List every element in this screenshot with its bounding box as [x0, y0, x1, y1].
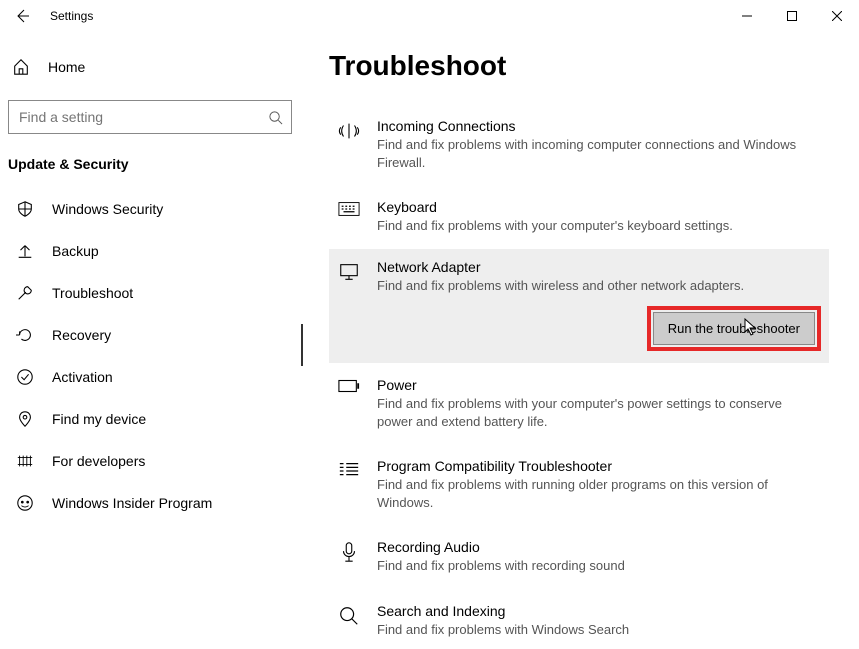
incoming-connections-icon: [337, 118, 361, 171]
sidebar-item-label: Backup: [52, 243, 99, 259]
cursor-icon: [744, 318, 758, 336]
shield-icon: [16, 200, 34, 218]
troubleshoot-item-title: Program Compatibility Troubleshooter: [377, 458, 815, 474]
page-title: Troubleshoot: [329, 50, 829, 82]
troubleshoot-item-desc: Find and fix problems with Windows Searc…: [377, 621, 629, 639]
troubleshoot-item-title: Keyboard: [377, 199, 733, 215]
insider-icon: [16, 494, 34, 512]
sidebar-home-label: Home: [48, 59, 85, 75]
sidebar-item-label: Troubleshoot: [52, 285, 133, 301]
sidebar-item-windows-security[interactable]: Windows Security: [8, 188, 295, 230]
location-icon: [16, 410, 34, 428]
troubleshoot-item-title: Search and Indexing: [377, 603, 629, 619]
troubleshoot-item-incoming-connections[interactable]: Incoming Connections Find and fix proble…: [329, 104, 829, 185]
sidebar-item-for-developers[interactable]: For developers: [8, 440, 295, 482]
sidebar-item-recovery[interactable]: Recovery: [8, 314, 295, 356]
troubleshoot-item-program-compatibility[interactable]: Program Compatibility Troubleshooter Fin…: [329, 444, 829, 525]
sidebar-item-backup[interactable]: Backup: [8, 230, 295, 272]
scroll-indicator[interactable]: [301, 324, 303, 366]
troubleshoot-item-desc: Find and fix problems with recording sou…: [377, 557, 625, 575]
troubleshoot-item-desc: Find and fix problems with your computer…: [377, 395, 815, 430]
maximize-button[interactable]: [769, 0, 814, 32]
sidebar-home[interactable]: Home: [8, 50, 295, 84]
sidebar-item-label: Activation: [52, 369, 113, 385]
sidebar-item-label: Recovery: [52, 327, 111, 343]
troubleshoot-item-desc: Find and fix problems with incoming comp…: [377, 136, 815, 171]
troubleshoot-item-network-adapter[interactable]: Network Adapter Find and fix problems wi…: [329, 249, 829, 364]
troubleshoot-item-desc: Find and fix problems with wireless and …: [377, 277, 744, 295]
sidebar-item-label: Find my device: [52, 411, 146, 427]
sidebar-item-troubleshoot[interactable]: Troubleshoot: [8, 272, 295, 314]
window-title: Settings: [50, 9, 93, 23]
search-input[interactable]: [9, 109, 259, 125]
troubleshoot-item-title: Power: [377, 377, 815, 393]
close-button[interactable]: [814, 0, 859, 32]
troubleshoot-item-title: Incoming Connections: [377, 118, 815, 134]
sidebar-item-label: Windows Security: [52, 201, 163, 217]
wrench-icon: [16, 284, 34, 302]
troubleshoot-item-title: Recording Audio: [377, 539, 625, 555]
compatibility-icon: [337, 458, 361, 511]
sidebar-item-activation[interactable]: Activation: [8, 356, 295, 398]
microphone-icon: [337, 539, 361, 575]
troubleshoot-item-desc: Find and fix problems with running older…: [377, 476, 815, 511]
troubleshoot-item-power[interactable]: Power Find and fix problems with your co…: [329, 363, 829, 444]
back-button[interactable]: [12, 6, 32, 26]
run-button-label: Run the troubleshooter: [668, 321, 800, 336]
troubleshoot-item-keyboard[interactable]: Keyboard Find and fix problems with your…: [329, 185, 829, 249]
power-icon: [337, 377, 361, 430]
sidebar-item-windows-insider[interactable]: Windows Insider Program: [8, 482, 295, 524]
network-adapter-icon: [337, 259, 361, 295]
minimize-button[interactable]: [724, 0, 769, 32]
search-icon: [337, 603, 361, 639]
sidebar-item-label: For developers: [52, 453, 145, 469]
troubleshoot-item-recording-audio[interactable]: Recording Audio Find and fix problems wi…: [329, 525, 829, 589]
search-input-wrapper[interactable]: [8, 100, 292, 134]
sidebar-item-label: Windows Insider Program: [52, 495, 212, 511]
troubleshoot-item-desc: Find and fix problems with your computer…: [377, 217, 733, 235]
keyboard-icon: [337, 199, 361, 235]
activation-icon: [16, 368, 34, 386]
troubleshoot-item-title: Network Adapter: [377, 259, 744, 275]
troubleshoot-item-search-indexing[interactable]: Search and Indexing Find and fix problem…: [329, 589, 829, 649]
run-troubleshooter-button[interactable]: Run the troubleshooter: [653, 312, 815, 345]
recovery-icon: [16, 326, 34, 344]
backup-icon: [16, 242, 34, 260]
sidebar-section-title: Update & Security: [8, 156, 295, 188]
sidebar-item-find-my-device[interactable]: Find my device: [8, 398, 295, 440]
home-icon: [12, 58, 30, 76]
developers-icon: [16, 452, 34, 470]
search-icon: [259, 110, 291, 125]
